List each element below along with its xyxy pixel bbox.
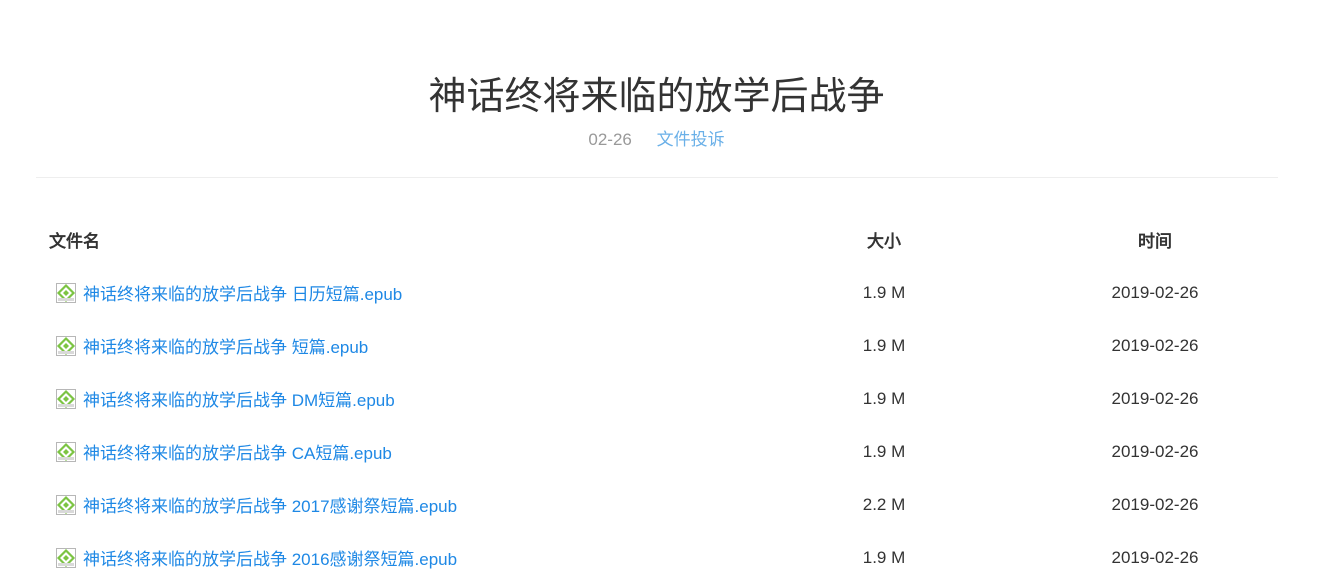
table-header-row: 文件名 大小 时间 xyxy=(36,212,1291,266)
table-row: 神话终将来临的放学后战争 CA短篇.epub 1.9 M 2019-02-26 xyxy=(36,425,1291,478)
file-link[interactable]: 神话终将来临的放学后战争 日历短篇.epub xyxy=(83,280,402,305)
table-row: 神话终将来临的放学后战争 DM短篇.epub 1.9 M 2019-02-26 xyxy=(36,372,1291,425)
file-time: 2019-02-26 xyxy=(1111,494,1199,514)
epub-file-icon xyxy=(56,282,76,303)
file-size: 1.9 M xyxy=(862,441,906,461)
epub-file-icon xyxy=(56,547,76,568)
report-file-link[interactable]: 文件投诉 xyxy=(657,130,725,149)
file-time: 2019-02-26 xyxy=(1111,282,1199,302)
file-time: 2019-02-26 xyxy=(1111,547,1199,567)
epub-file-icon xyxy=(56,441,76,462)
epub-file-icon xyxy=(56,388,76,409)
table-row: 神话终将来临的放学后战争 2016感谢祭短篇.epub 1.9 M 2019-0… xyxy=(36,531,1291,584)
file-size: 1.9 M xyxy=(862,547,906,567)
file-time: 2019-02-26 xyxy=(1111,335,1199,355)
file-name-cell: 神话终将来临的放学后战争 2016感谢祭短篇.epub xyxy=(36,531,749,584)
file-size: 2.2 M xyxy=(862,494,906,514)
file-list: 神话终将来临的放学后战争 日历短篇.epub 1.9 M 2019-02-26 … xyxy=(36,266,1291,584)
file-link[interactable]: 神话终将来临的放学后战争 短篇.epub xyxy=(83,333,368,358)
upload-date: 02-26 xyxy=(588,130,632,149)
epub-file-icon xyxy=(56,335,76,356)
file-name-cell: 神话终将来临的放学后战争 2017感谢祭短篇.epub xyxy=(36,478,749,531)
file-link[interactable]: 神话终将来临的放学后战争 2016感谢祭短篇.epub xyxy=(83,545,457,570)
file-name-cell: 神话终将来临的放学后战争 短篇.epub xyxy=(36,319,749,372)
file-link[interactable]: 神话终将来临的放学后战争 DM短篇.epub xyxy=(83,386,395,411)
column-header-name: 文件名 xyxy=(49,231,100,251)
file-size: 1.9 M xyxy=(862,282,906,302)
file-name-cell: 神话终将来临的放学后战争 日历短篇.epub xyxy=(36,266,749,319)
file-time: 2019-02-26 xyxy=(1111,441,1199,461)
file-size: 1.9 M xyxy=(862,335,906,355)
file-link[interactable]: 神话终将来临的放学后战争 2017感谢祭短篇.epub xyxy=(83,492,457,517)
file-link[interactable]: 神话终将来临的放学后战争 CA短篇.epub xyxy=(83,439,392,464)
page-meta: 02-26 文件投诉 xyxy=(0,128,1313,152)
column-header-time: 时间 xyxy=(1138,231,1172,251)
epub-file-icon xyxy=(56,494,76,515)
header-divider xyxy=(36,177,1278,178)
file-name-cell: 神话终将来临的放学后战争 DM短篇.epub xyxy=(36,372,749,425)
table-row: 神话终将来临的放学后战争 短篇.epub 1.9 M 2019-02-26 xyxy=(36,319,1291,372)
file-table: 文件名 大小 时间 神话终将来临的放学后战争 日历短篇.epub 1.9 M 2… xyxy=(36,212,1291,584)
file-time: 2019-02-26 xyxy=(1111,388,1199,408)
file-size: 1.9 M xyxy=(862,388,906,408)
page-title: 神话终将来临的放学后战争 xyxy=(428,76,885,118)
table-row: 神话终将来临的放学后战争 日历短篇.epub 1.9 M 2019-02-26 xyxy=(36,266,1291,319)
file-name-cell: 神话终将来临的放学后战争 CA短篇.epub xyxy=(36,425,749,478)
column-header-size: 大小 xyxy=(867,231,901,251)
table-row: 神话终将来临的放学后战争 2017感谢祭短篇.epub 2.2 M 2019-0… xyxy=(36,478,1291,531)
